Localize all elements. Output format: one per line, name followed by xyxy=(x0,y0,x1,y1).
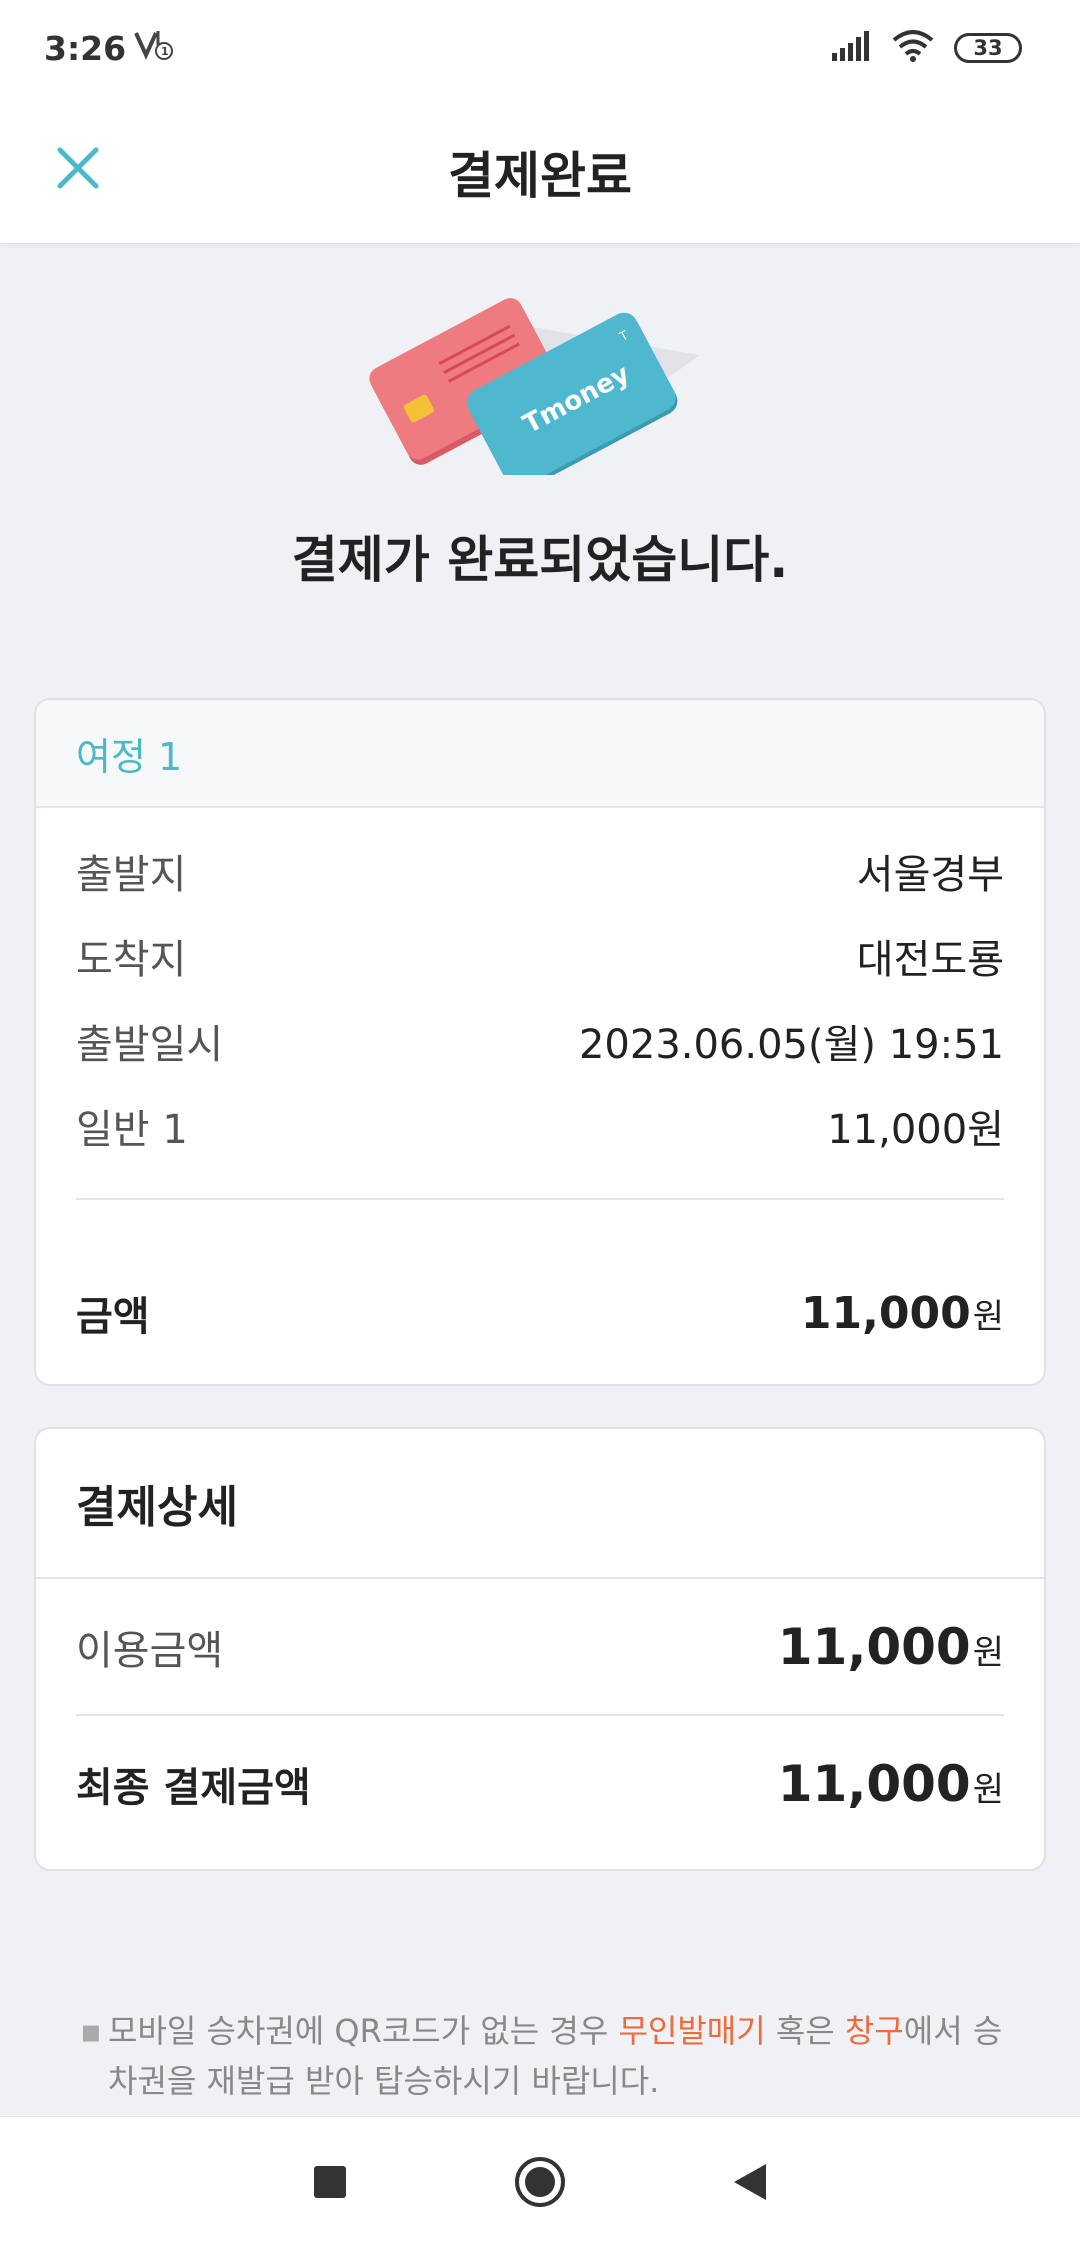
datetime-value: 2023.06.05(월) 19:51 xyxy=(578,1021,1004,1068)
final-label: 최종 결제금액 xyxy=(76,1764,311,1811)
trip-row-arrival: 도착지 대전도룡 xyxy=(36,913,1044,998)
recents-button[interactable] xyxy=(300,2152,360,2212)
notice-highlight-kiosk: 무인발매기 xyxy=(618,2012,766,2050)
trip-row-fare: 일반 1 11,000원 xyxy=(36,1083,1044,1168)
battery-level: 33 xyxy=(973,36,1003,60)
final-amount-row: 최종 결제금액 11,000원 xyxy=(36,1716,1044,1851)
payment-cards-illustration: Tmoney T xyxy=(360,285,720,491)
usage-currency: 원 xyxy=(972,1632,1004,1673)
datetime-label: 출발일시 xyxy=(76,1021,224,1068)
departure-label: 출발지 xyxy=(76,851,187,898)
usage-amount-row: 이용금액 11,000원 xyxy=(36,1579,1044,1714)
total-amount: 11,000 xyxy=(800,1287,971,1339)
page-title: 결제완료 xyxy=(448,147,632,205)
usage-amount-wrap: 11,000원 xyxy=(778,1618,1004,1676)
fare-value: 11,000원 xyxy=(827,1106,1004,1153)
reissue-notice: ▪ 모바일 승차권에 QR코드가 없는 경우 무인발매기 혹은 창구에서 승차권… xyxy=(80,2006,1010,2106)
payment-detail-card: 결제상세 이용금액 11,000원 최종 결제금액 11,000원 xyxy=(34,1427,1046,1871)
trip-row-departure: 출발지 서울경부 xyxy=(36,828,1044,913)
back-button[interactable] xyxy=(720,2152,780,2212)
trip-title: 여정 1 xyxy=(36,700,1044,808)
top-app-bar: 결제완료 xyxy=(0,96,1080,244)
fare-type-label: 일반 1 xyxy=(76,1106,188,1153)
total-amount-wrap: 11,000원 xyxy=(801,1288,1004,1339)
battery-icon: 33 xyxy=(954,33,1022,63)
system-nav-bar xyxy=(0,2116,1080,2246)
payment-complete-screen: 3:26 1 33 결제완료 Tmoney T 결제가 완료되었습니다. 여정 … xyxy=(0,0,1080,2246)
total-currency: 원 xyxy=(972,1296,1004,1337)
bullet-icon: ▪ xyxy=(80,2012,102,2050)
notice-highlight-counter: 창구 xyxy=(844,2012,904,2050)
signal-icon xyxy=(830,31,872,65)
payment-detail-title: 결제상세 xyxy=(36,1429,1044,1579)
status-right: 33 xyxy=(830,30,1022,66)
final-amount-wrap: 11,000원 xyxy=(778,1755,1004,1813)
svg-text:1: 1 xyxy=(161,45,169,58)
recents-icon xyxy=(314,2165,346,2198)
home-button[interactable] xyxy=(510,2152,570,2212)
usage-label: 이용금액 xyxy=(76,1627,224,1674)
wifi-icon xyxy=(892,30,934,66)
back-icon xyxy=(734,2163,766,2200)
usage-amount: 11,000 xyxy=(777,1617,971,1676)
trip-row-datetime: 출발일시 2023.06.05(월) 19:51 xyxy=(36,998,1044,1083)
total-label: 금액 xyxy=(76,1294,150,1340)
home-icon xyxy=(515,2156,565,2207)
status-bar: 3:26 1 33 xyxy=(0,0,1080,96)
divider xyxy=(76,1198,1004,1200)
status-left: 3:26 1 xyxy=(44,27,174,69)
trip-total-row: 금액 11,000원 xyxy=(36,1248,1044,1378)
arrival-value: 대전도룡 xyxy=(856,936,1004,983)
trip-summary-card: 여정 1 출발지 서울경부 도착지 대전도룡 출발일시 2023.06.05(월… xyxy=(34,698,1046,1386)
notice-text-2: 혹은 xyxy=(765,2012,845,2050)
arrival-label: 도착지 xyxy=(76,936,187,983)
final-amount: 11,000 xyxy=(777,1754,971,1813)
trip-details: 출발지 서울경부 도착지 대전도룡 출발일시 2023.06.05(월) 19:… xyxy=(36,808,1044,1168)
payment-complete-message: 결제가 완료되었습니다. xyxy=(291,531,789,589)
volte-icon: 1 xyxy=(134,27,174,69)
notice-text-1: 모바일 승차권에 QR코드가 없는 경우 xyxy=(108,2012,619,2050)
departure-value: 서울경부 xyxy=(856,851,1004,898)
final-currency: 원 xyxy=(972,1769,1004,1810)
status-time: 3:26 xyxy=(44,28,127,68)
